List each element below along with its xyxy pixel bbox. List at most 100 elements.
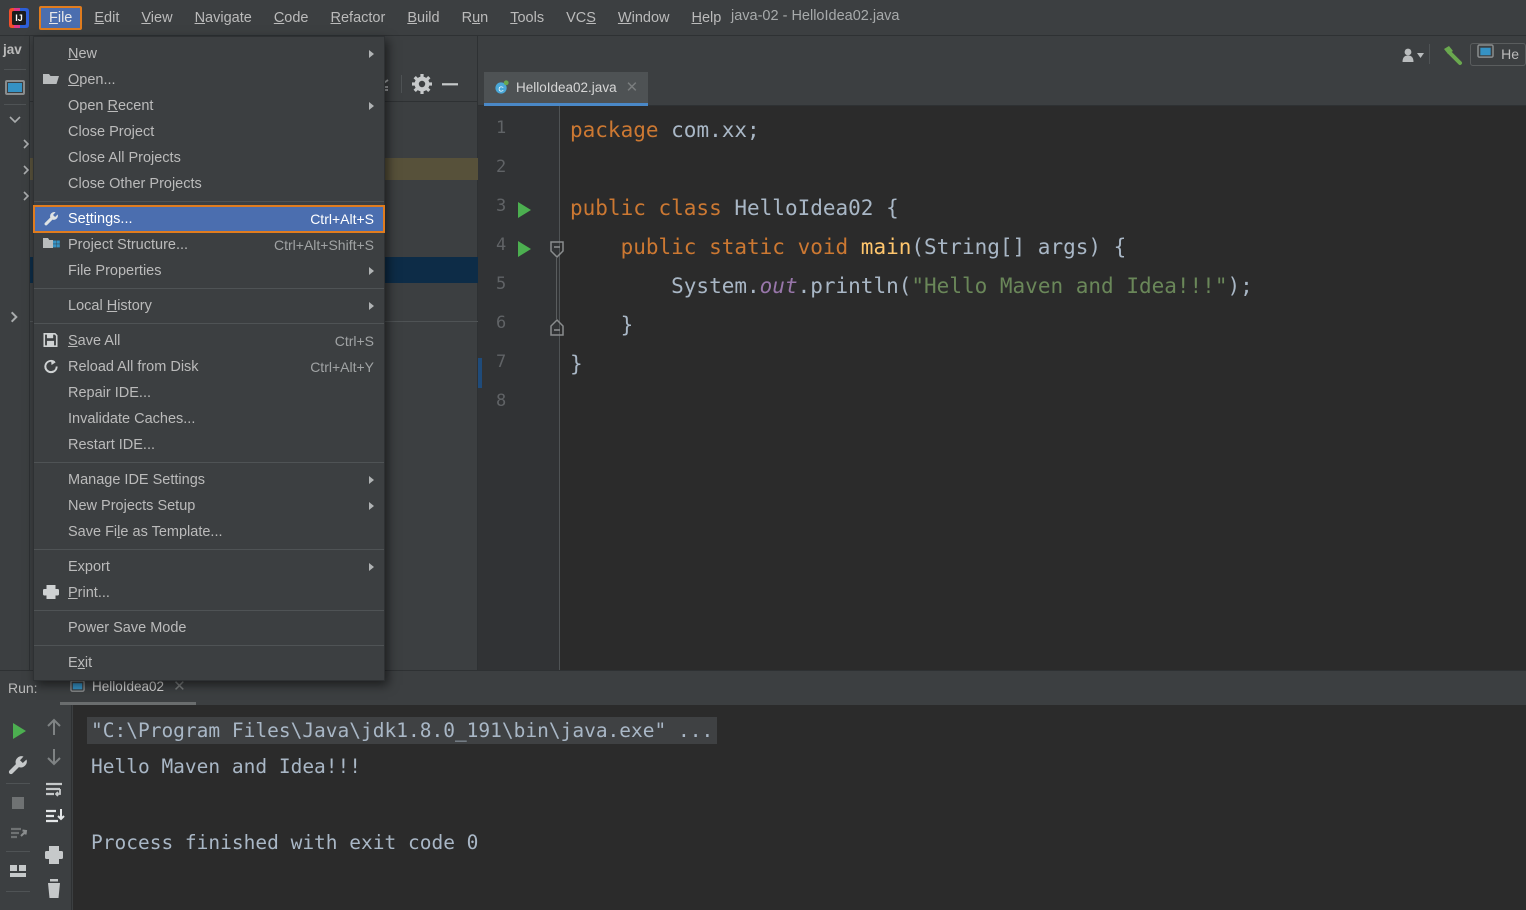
gutter-run-arrow-icon[interactable] bbox=[518, 241, 531, 257]
code-fold-down-icon[interactable] bbox=[548, 240, 564, 259]
file-menu-item-manage-ide-settings[interactable]: Manage IDE Settings bbox=[34, 467, 384, 493]
file-menu-item-exit[interactable]: Exit bbox=[34, 650, 384, 676]
file-menu-item-close-other-projects[interactable]: Close Other Projects bbox=[34, 171, 384, 197]
rerun-failed-icon[interactable] bbox=[4, 819, 32, 847]
menu-item-no-icon bbox=[34, 654, 68, 672]
menubar-item-vcs[interactable]: VCS bbox=[556, 6, 606, 30]
menu-separator bbox=[34, 549, 384, 550]
file-menu-item-save-file-as-template[interactable]: Save File as Template... bbox=[34, 519, 384, 545]
editor-gutter[interactable] bbox=[478, 106, 560, 670]
menubar-item-view[interactable]: View bbox=[131, 6, 182, 30]
menubar-item-code[interactable]: Code bbox=[264, 6, 319, 30]
file-menu-item-open[interactable]: Open... bbox=[34, 67, 384, 93]
menubar-item-file[interactable]: File bbox=[39, 5, 83, 30]
file-menu-item-restart-ide[interactable]: Restart IDE... bbox=[34, 432, 384, 458]
java-class-icon: C bbox=[494, 80, 509, 95]
intellij-idea-window: jav C HelloIdea02.java ✕ 1 2 3 4 5 6 7 8… bbox=[0, 0, 1526, 910]
code-fold-up-icon[interactable] bbox=[548, 318, 564, 336]
file-menu-item-invalidate-caches[interactable]: Invalidate Caches... bbox=[34, 406, 384, 432]
file-menu-item-label: Settings... bbox=[68, 211, 133, 227]
file-menu-item-reload-all-from-disk[interactable]: Reload All from Disk Ctrl+Alt+Y bbox=[34, 354, 384, 380]
file-menu-item-local-history[interactable]: Local History bbox=[34, 293, 384, 319]
editor-tab-helloidea02[interactable]: C HelloIdea02.java ✕ bbox=[484, 72, 649, 106]
file-menu-item-label: Print... bbox=[68, 585, 110, 601]
code-line: public class HelloIdea02 { bbox=[570, 196, 899, 220]
run-console-output[interactable]: "C:\Program Files\Java\jdk1.8.0_191\bin\… bbox=[73, 705, 1526, 910]
build-hammer-icon[interactable] bbox=[1439, 43, 1463, 65]
soft-wrap-icon[interactable] bbox=[40, 775, 68, 803]
run-icon[interactable] bbox=[4, 717, 32, 745]
file-menu-item-project-structure[interactable]: Project Structure... Ctrl+Alt+Shift+S bbox=[34, 232, 384, 258]
file-menu-item-close-all-projects[interactable]: Close All Projects bbox=[34, 145, 384, 171]
file-menu-item-shortcut: Ctrl+S bbox=[334, 333, 374, 349]
file-menu-item-label: Reload All from Disk bbox=[68, 359, 199, 375]
file-menu-item-repair-ide[interactable]: Repair IDE... bbox=[34, 380, 384, 406]
menubar-item-refactor[interactable]: Refactor bbox=[321, 6, 396, 30]
file-menu-item-power-save-mode[interactable]: Power Save Mode bbox=[34, 615, 384, 641]
file-menu-item-export[interactable]: Export bbox=[34, 554, 384, 580]
run-configuration-icon bbox=[1477, 44, 1494, 64]
file-menu-item-file-properties[interactable]: File Properties bbox=[34, 258, 384, 284]
user-dropdown-icon[interactable] bbox=[1400, 46, 1425, 62]
file-menu-item-shortcut: Ctrl+Alt+Shift+S bbox=[274, 237, 374, 253]
console-line: "C:\Program Files\Java\jdk1.8.0_191\bin\… bbox=[87, 717, 718, 744]
gear-icon[interactable] bbox=[408, 70, 436, 98]
menu-item-no-icon bbox=[34, 175, 68, 193]
code-fold-region-line bbox=[556, 257, 557, 319]
print-icon[interactable] bbox=[40, 841, 68, 869]
menu-separator bbox=[34, 645, 384, 646]
menubar-item-navigate[interactable]: Navigate bbox=[185, 6, 262, 30]
file-menu-item-label: Invalidate Caches... bbox=[68, 411, 196, 427]
file-menu-item-print[interactable]: Print... bbox=[34, 580, 384, 606]
file-menu-item-label: Close Project bbox=[68, 124, 155, 140]
print-icon bbox=[34, 584, 68, 602]
menubar-item-run[interactable]: Run bbox=[452, 6, 499, 30]
menu-item-no-icon bbox=[34, 558, 68, 576]
menu-bar: IJ File Edit View Navigate Code Refactor Build… bbox=[0, 0, 1526, 36]
editor-area: C HelloIdea02.java ✕ 12345678 package co… bbox=[478, 36, 1526, 670]
down-arrow-icon[interactable] bbox=[40, 743, 68, 771]
gutter-run-arrow-icon[interactable] bbox=[518, 202, 531, 218]
project-tool-window-icon[interactable] bbox=[5, 80, 25, 95]
trash-icon[interactable] bbox=[40, 875, 68, 903]
close-icon[interactable]: ✕ bbox=[173, 679, 186, 694]
file-menu-item-open-recent[interactable]: Open Recent bbox=[34, 93, 384, 119]
file-menu-item-label: Close Other Projects bbox=[68, 176, 202, 192]
scroll-to-end-icon[interactable] bbox=[40, 803, 68, 831]
close-icon[interactable]: ✕ bbox=[626, 80, 639, 95]
menubar-item-window[interactable]: Window bbox=[608, 6, 680, 30]
menu-item-no-icon bbox=[34, 619, 68, 637]
run-configuration-selector[interactable]: He bbox=[1470, 42, 1526, 66]
up-arrow-icon[interactable] bbox=[40, 713, 68, 741]
file-menu-item-shortcut: Ctrl+Alt+Y bbox=[310, 359, 374, 375]
chevron-right-icon bbox=[369, 476, 374, 484]
file-menu-item-new[interactable]: New bbox=[34, 41, 384, 67]
menubar-item-help[interactable]: Help bbox=[681, 6, 731, 30]
editor-tabbar: C HelloIdea02.java ✕ bbox=[478, 72, 1526, 106]
minimize-icon[interactable] bbox=[436, 70, 464, 98]
file-menu-popup[interactable]: New Open... Open Recent Close Project Close … bbox=[33, 36, 385, 681]
wrench-icon[interactable] bbox=[4, 751, 32, 779]
file-menu-item-save-all[interactable]: Save All Ctrl+S bbox=[34, 328, 384, 354]
menu-item-no-icon bbox=[34, 471, 68, 489]
wrench-icon bbox=[34, 210, 68, 228]
menubar-item-build[interactable]: Build bbox=[397, 6, 449, 30]
stop-icon[interactable] bbox=[4, 789, 32, 817]
menubar-item-tools[interactable]: Tools bbox=[500, 6, 554, 30]
layout-icon[interactable] bbox=[4, 857, 32, 885]
chevron-right-icon bbox=[369, 102, 374, 110]
file-menu-item-label: Project Structure... bbox=[68, 237, 189, 253]
file-menu-item-label: Manage IDE Settings bbox=[68, 472, 206, 488]
menu-item-no-icon bbox=[34, 97, 68, 115]
menu-separator bbox=[34, 323, 384, 324]
code-editor[interactable]: 12345678 package com.xx; public class He… bbox=[478, 106, 1526, 670]
menubar-item-edit[interactable]: Edit bbox=[84, 6, 129, 30]
chevron-right-icon-4[interactable] bbox=[7, 310, 21, 324]
file-menu-item-close-project[interactable]: Close Project bbox=[34, 119, 384, 145]
file-menu-item-settings[interactable]: Settings... Ctrl+Alt+S bbox=[33, 205, 385, 233]
chevron-down-icon[interactable] bbox=[8, 112, 22, 126]
file-menu-item-new-projects-setup[interactable]: New Projects Setup bbox=[34, 493, 384, 519]
code-line: public static void main(String[] args) { bbox=[570, 235, 1127, 259]
menu-item-no-icon bbox=[34, 410, 68, 428]
